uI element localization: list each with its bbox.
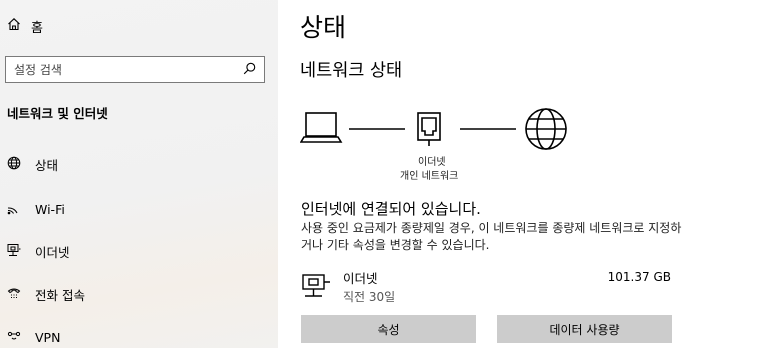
- home-label: 홈: [31, 20, 43, 36]
- ethernet-icon: [302, 273, 332, 299]
- properties-button[interactable]: 속성: [301, 315, 476, 343]
- adapter-label: 이더넷: [418, 157, 446, 168]
- search-icon[interactable]: [243, 60, 256, 79]
- sidebar-item-label: 전화 접속: [35, 287, 85, 303]
- search-box[interactable]: [5, 56, 265, 83]
- connection-name: 이더넷: [343, 271, 378, 286]
- connection-usage: 101.37 GB: [607, 270, 671, 284]
- globe-icon: [525, 108, 567, 150]
- data-usage-button[interactable]: 데이터 사용량: [497, 315, 672, 343]
- network-type-label: 개인 네트워크: [400, 171, 459, 182]
- status-description: 사용 중인 요금제가 종량제일 경우, 이 네트워크를 종량제 네트워크로 지정…: [301, 221, 682, 252]
- sidebar: 홈 네트워크 및 인터넷 상태 Wi-Fi: [0, 0, 278, 348]
- sidebar-item-wifi[interactable]: Wi-Fi: [7, 197, 267, 221]
- sidebar-item-label: 이더넷: [35, 244, 70, 260]
- section-title: 네트워크 상태: [300, 61, 403, 81]
- sidebar-item-vpn[interactable]: VPN: [7, 325, 267, 348]
- sidebar-item-status[interactable]: 상태: [7, 152, 267, 176]
- home-link[interactable]: 홈: [7, 14, 43, 38]
- status-heading: 인터넷에 연결되어 있습니다.: [301, 200, 481, 218]
- sidebar-item-dialup[interactable]: 전화 접속: [7, 282, 267, 306]
- wifi-icon: [7, 201, 21, 218]
- sidebar-item-label: 상태: [35, 157, 59, 173]
- sidebar-item-ethernet[interactable]: 이더넷: [7, 239, 267, 263]
- sidebar-item-label: VPN: [35, 329, 61, 345]
- sidebar-item-label: Wi-Fi: [35, 201, 65, 217]
- search-input[interactable]: [14, 62, 243, 77]
- laptop-icon: [300, 112, 343, 143]
- dialup-icon: [7, 286, 21, 303]
- home-icon: [7, 17, 21, 35]
- page-title: 상태: [300, 13, 347, 42]
- ethernet-adapter-icon: [417, 112, 441, 146]
- vpn-icon: [7, 329, 21, 346]
- connection-period: 직전 30일: [343, 290, 396, 304]
- globe-icon: [7, 156, 21, 173]
- ethernet-icon: [7, 243, 21, 260]
- sidebar-section-title: 네트워크 및 인터넷: [7, 106, 108, 121]
